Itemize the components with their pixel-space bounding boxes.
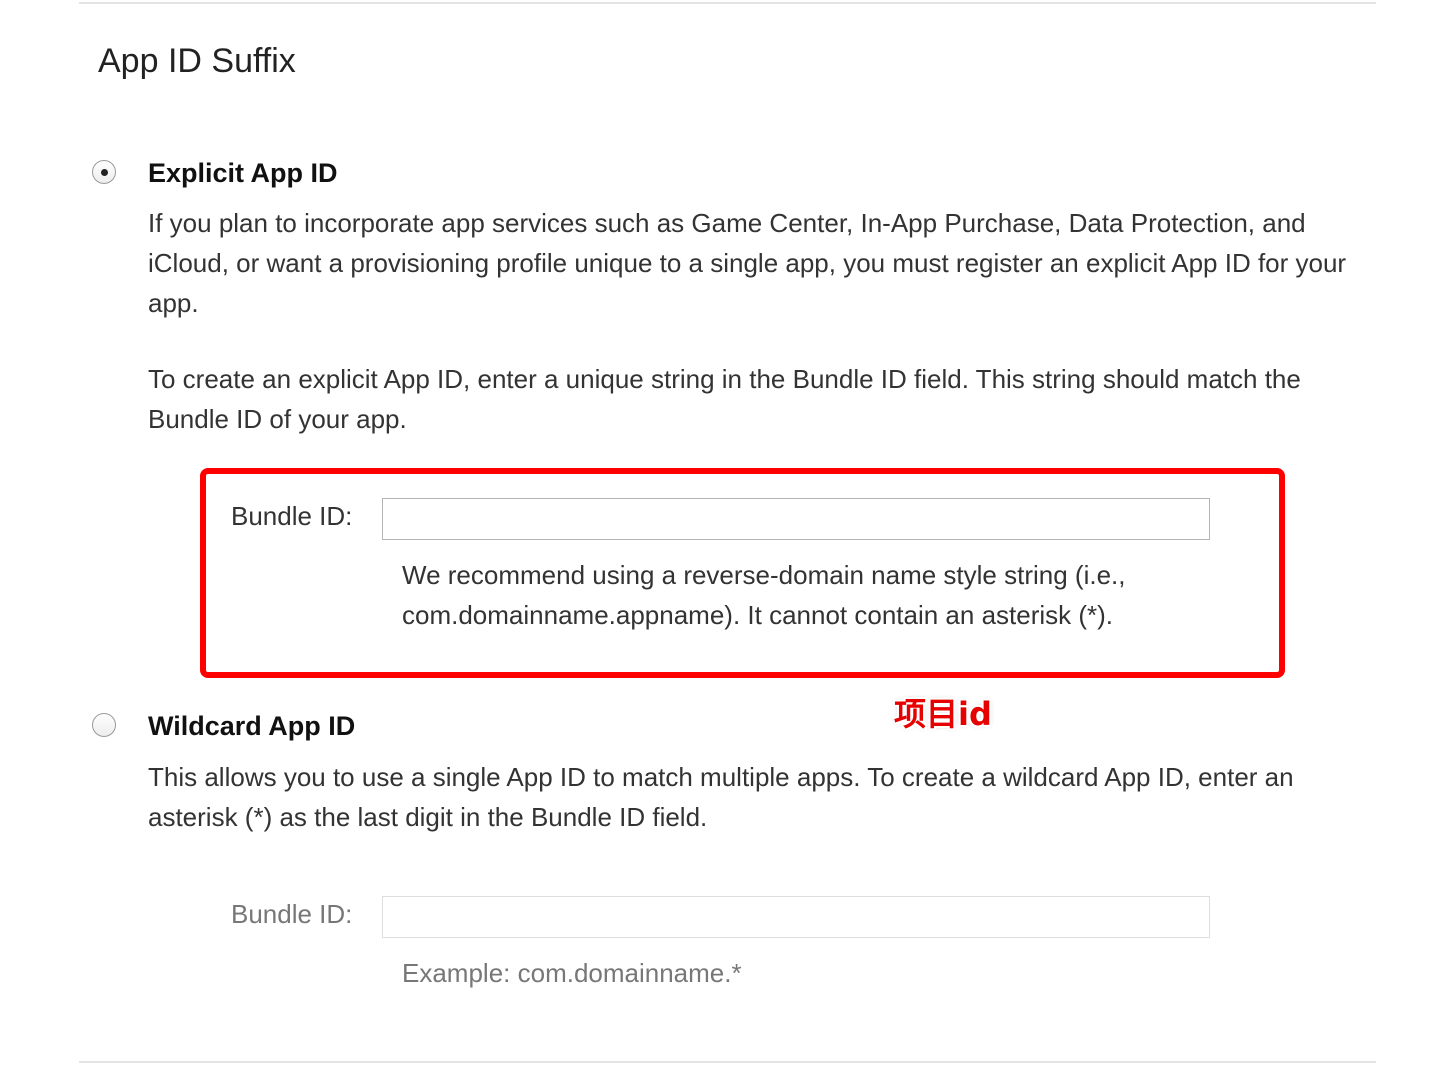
bottom-divider: [79, 1061, 1376, 1063]
annotation-label: 项目id: [894, 695, 992, 733]
wildcard-bundle-id-label: Bundle ID:: [231, 899, 353, 929]
annotation-highlight-box: [200, 468, 1285, 678]
section-title: App ID Suffix: [98, 42, 296, 80]
radio-selected-dot: [101, 169, 108, 176]
wildcard-bundle-id-hint: Example: com.domainname.*: [402, 958, 742, 988]
wildcard-app-id-radio[interactable]: [92, 713, 116, 737]
wildcard-bundle-id-input[interactable]: [382, 896, 1210, 938]
explicit-description: If you plan to incorporate app services …: [148, 208, 1347, 318]
wildcard-description: This allows you to use a single App ID t…: [148, 762, 1294, 832]
explicit-app-id-title[interactable]: Explicit App ID: [148, 158, 338, 189]
wildcard-app-id-title[interactable]: Wildcard App ID: [148, 711, 355, 742]
top-divider: [79, 2, 1376, 4]
explicit-instructions: To create an explicit App ID, enter a un…: [148, 364, 1301, 434]
explicit-app-id-radio[interactable]: [92, 160, 116, 184]
